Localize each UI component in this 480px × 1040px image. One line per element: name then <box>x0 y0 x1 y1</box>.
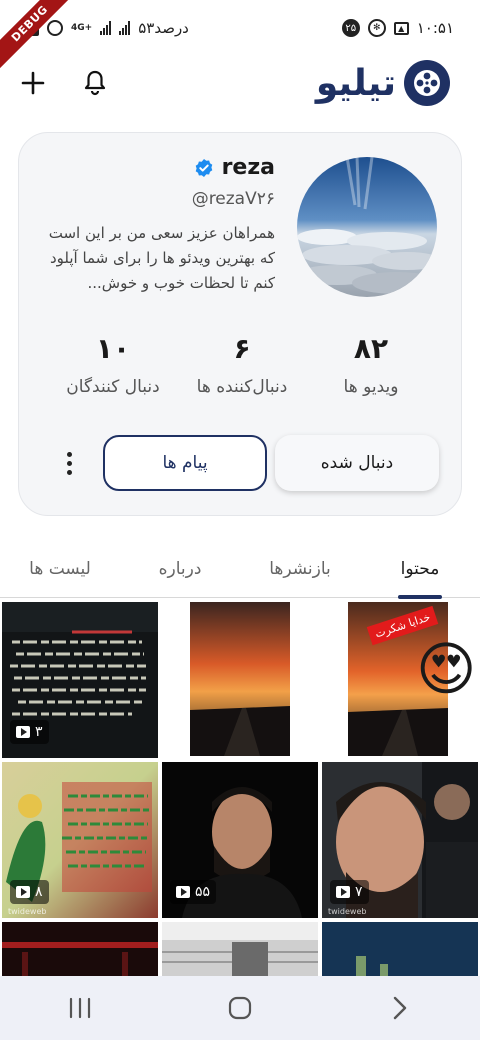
profile-tabs: محتوا بازنشرها درباره لیست ها <box>0 540 480 599</box>
tab-about[interactable]: درباره <box>120 540 240 598</box>
profile-bio[interactable]: همراهان عزیز سعی من بر این است که بهترین… <box>35 221 275 296</box>
stat-label: ویدیو ها <box>343 377 399 397</box>
system-nav-bar <box>0 976 480 1040</box>
profile-handle: @rezaV۲۶ <box>191 189 275 209</box>
chatgpt-icon: ✻ <box>367 19 386 37</box>
brand: تیلیو <box>316 60 450 106</box>
stat-following[interactable]: ۶ دنبال‌کننده ها <box>178 329 306 397</box>
stat-value: ۸۲ <box>353 332 389 365</box>
film-reel-logo-icon <box>404 60 450 106</box>
status-right: ۲۵ ✻ ▲ ۱۰:۵۱ <box>341 19 454 37</box>
add-button[interactable] <box>12 62 54 104</box>
play-icon <box>16 726 30 738</box>
view-count: ۷ <box>355 884 363 900</box>
message-button[interactable]: پیام ها <box>103 435 267 491</box>
profile-name: reza <box>221 155 275 180</box>
home-icon <box>228 996 252 1020</box>
recent-apps-button[interactable] <box>40 983 120 1033</box>
avatar[interactable] <box>297 157 437 297</box>
profile-card: reza @rezaV۲۶ همراهان عزیز سعی من بر این… <box>18 132 462 516</box>
view-count-badge: ۷ <box>330 880 369 904</box>
stat-label: دنبال‌کننده ها <box>196 377 288 397</box>
stat-followers[interactable]: ۱۰ دنبال کنندگان <box>49 329 177 397</box>
view-count: ۵۵ <box>195 884 211 900</box>
notifications-button[interactable] <box>74 62 116 104</box>
video-thumbnail[interactable] <box>322 922 478 976</box>
alarm-icon <box>47 20 63 36</box>
view-count: ۸ <box>35 884 43 900</box>
watermark: twideweb <box>328 907 367 916</box>
tab-content[interactable]: محتوا <box>360 540 480 599</box>
gallery-icon: ▲ <box>393 21 409 35</box>
status-left: 4G+ ۵۳درصد <box>30 19 189 37</box>
chevron-right-icon <box>393 996 407 1020</box>
video-thumbnail[interactable]: ۸ twideweb <box>2 762 158 918</box>
play-icon <box>176 886 190 898</box>
verified-badge-icon <box>194 158 214 178</box>
video-thumbnail[interactable] <box>162 602 318 758</box>
name-row: reza <box>194 155 275 180</box>
stat-label: دنبال کنندگان <box>66 377 160 397</box>
signal-icon <box>100 21 112 35</box>
tab-reposts[interactable]: بازنشرها <box>240 540 360 598</box>
video-thumbnail[interactable] <box>162 922 318 976</box>
back-button[interactable] <box>360 983 440 1033</box>
stat-videos[interactable]: ۸۲ ویدیو ها <box>307 329 435 397</box>
play-icon <box>336 886 350 898</box>
watermark: twideweb <box>8 907 47 916</box>
video-thumbnail[interactable]: ۳ <box>2 602 158 758</box>
stats-row: ۸۲ ویدیو ها ۶ دنبال‌کننده ها ۱۰ دنبال کن… <box>49 329 435 397</box>
recent-apps-icon <box>69 997 91 1019</box>
stat-value: ۱۰ <box>95 332 131 365</box>
view-count-badge: ۳ <box>10 720 49 744</box>
notification-count: ۲۵ <box>341 19 360 37</box>
follow-button[interactable]: دنبال شده <box>275 435 439 491</box>
stat-value: ۶ <box>233 332 251 365</box>
network-type: 4G+ <box>71 22 93 33</box>
status-bar: 4G+ ۵۳درصد ۲۵ ✻ ▲ ۱۰:۵۱ <box>0 0 480 56</box>
view-count-badge: ۵۵ <box>170 880 217 904</box>
video-thumbnail[interactable] <box>2 922 158 976</box>
screen: 4G+ ۵۳درصد ۲۵ ✻ ▲ ۱۰:۵۱ DEBUG تیلیو reza… <box>0 0 480 1040</box>
status-time: ۱۰:۵۱ <box>416 19 454 37</box>
heart-eyes-emoji-icon: 😍 <box>416 635 477 703</box>
home-button[interactable] <box>200 983 280 1033</box>
play-icon <box>16 886 30 898</box>
battery-text: ۵۳درصد <box>138 19 189 37</box>
video-grid: خدایا شکرت 😍 ۳ ۷ twideweb ۵۵ ۸ twideweb <box>0 600 480 976</box>
view-count: ۳ <box>35 724 43 740</box>
more-options-icon[interactable] <box>55 447 83 479</box>
video-thumbnail[interactable]: ۷ twideweb <box>322 762 478 918</box>
view-count-badge: ۸ <box>10 880 49 904</box>
tab-lists[interactable]: لیست ها <box>0 540 120 598</box>
plus-icon <box>21 71 45 95</box>
brand-name: تیلیو <box>315 62 397 104</box>
bell-icon <box>84 70 106 96</box>
signal-icon-2 <box>119 21 131 35</box>
video-thumbnail[interactable]: خدایا شکرت 😍 <box>322 602 478 758</box>
app-bar: تیلیو <box>0 56 480 110</box>
video-thumbnail[interactable]: ۵۵ <box>162 762 318 918</box>
